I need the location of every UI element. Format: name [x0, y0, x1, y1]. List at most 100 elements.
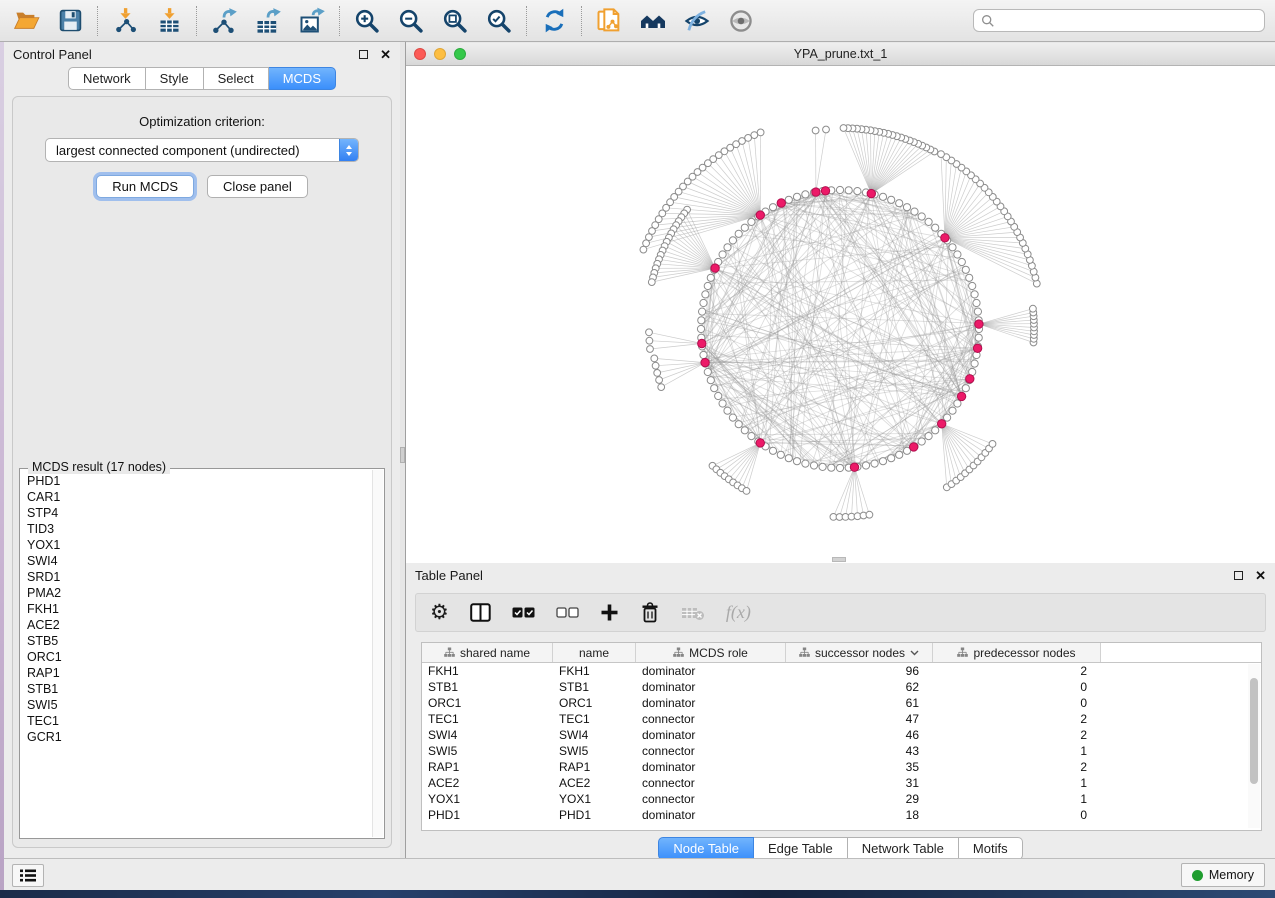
table-row[interactable]: FKH1FKH1dominator962	[422, 663, 1261, 679]
optimization-criterion-select[interactable]: largest connected component (undirected)	[45, 138, 359, 162]
mcds-result-item[interactable]: ACE2	[27, 617, 370, 633]
add-column-icon[interactable]	[600, 603, 619, 622]
control-panel-title: Control Panel	[13, 47, 92, 62]
mcds-result-list[interactable]: PHD1CAR1STP4TID3YOX1SWI4SRD1PMA2FKH1ACE2…	[27, 473, 370, 834]
tab-select[interactable]: Select	[204, 67, 269, 90]
task-list-button[interactable]	[12, 864, 44, 887]
mcds-result-item[interactable]: FKH1	[27, 601, 370, 617]
mcds-result-item[interactable]: STB5	[27, 633, 370, 649]
column-header-mcds-role[interactable]: MCDS role	[636, 643, 786, 662]
splitter-grip[interactable]	[400, 447, 405, 463]
mcds-result-item[interactable]: PHD1	[27, 473, 370, 489]
table-tab-edge-table[interactable]: Edge Table	[754, 837, 848, 860]
cell-shared-name: ACE2	[422, 776, 553, 790]
network-canvas[interactable]	[406, 66, 1275, 563]
table-row[interactable]: SWI4SWI4dominator462	[422, 727, 1261, 743]
column-header-name[interactable]: name	[553, 643, 636, 662]
close-icon[interactable]: ✕	[1255, 569, 1266, 582]
mcds-result-item[interactable]: SWI4	[27, 553, 370, 569]
mcds-result-scrollbar[interactable]	[372, 470, 383, 837]
cell-predecessor-nodes: 2	[933, 728, 1101, 742]
export-table-icon[interactable]	[254, 7, 282, 35]
table-row[interactable]: PHD1PHD1dominator180	[422, 807, 1261, 823]
column-label: name	[579, 646, 609, 660]
cell-mcds-role: connector	[636, 744, 786, 758]
tab-style[interactable]: Style	[146, 67, 204, 90]
mcds-result-item[interactable]: TID3	[27, 521, 370, 537]
mcds-result-item[interactable]: SRD1	[27, 569, 370, 585]
table-row[interactable]: ACE2ACE2connector311	[422, 775, 1261, 791]
hide-selected-icon[interactable]	[683, 7, 711, 35]
close-icon[interactable]: ✕	[380, 48, 391, 61]
search-input[interactable]	[1000, 13, 1257, 29]
float-icon[interactable]	[359, 50, 368, 59]
table-row[interactable]: TEC1TEC1connector472	[422, 711, 1261, 727]
import-network-icon[interactable]	[111, 7, 139, 35]
new-network-from-selection-icon[interactable]	[595, 7, 623, 35]
open-session-icon[interactable]	[12, 7, 40, 35]
export-image-icon[interactable]	[298, 7, 326, 35]
mcds-result-item[interactable]: STB1	[27, 681, 370, 697]
float-icon[interactable]	[1234, 571, 1243, 580]
mcds-result-item[interactable]: STP4	[27, 505, 370, 521]
export-network-icon[interactable]	[210, 7, 238, 35]
first-neighbors-icon[interactable]	[639, 7, 667, 35]
show-all-icon[interactable]	[727, 7, 755, 35]
table-tab-node-table[interactable]: Node Table	[658, 837, 754, 860]
mcds-result-item[interactable]: PMA2	[27, 585, 370, 601]
mcds-result-item[interactable]: ORC1	[27, 649, 370, 665]
table-row[interactable]: STB1STB1dominator620	[422, 679, 1261, 695]
cell-successor-nodes: 96	[786, 664, 933, 678]
save-session-icon[interactable]	[56, 7, 84, 35]
zoom-fit-icon[interactable]	[441, 7, 469, 35]
table-panel: Table Panel ✕ ⚙	[406, 563, 1275, 858]
cell-successor-nodes: 43	[786, 744, 933, 758]
horizontal-splitter-grip[interactable]	[832, 557, 846, 562]
cell-shared-name: STB1	[422, 680, 553, 694]
column-header-successor-nodes[interactable]: successor nodes	[786, 643, 933, 662]
run-mcds-button[interactable]: Run MCDS	[96, 175, 194, 198]
table-scrollbar-thumb[interactable]	[1250, 678, 1258, 784]
mcds-result-item[interactable]: TEC1	[27, 713, 370, 729]
table-row[interactable]: RAP1RAP1dominator352	[422, 759, 1261, 775]
column-label: predecessor nodes	[973, 646, 1075, 660]
delete-icon[interactable]	[640, 602, 660, 623]
table-tab-network-table[interactable]: Network Table	[848, 837, 959, 860]
table-tab-motifs[interactable]: Motifs	[959, 837, 1023, 860]
column-label: successor nodes	[815, 646, 905, 660]
mcds-result-title: MCDS result (17 nodes)	[28, 460, 170, 474]
tab-mcds[interactable]: MCDS	[269, 67, 336, 90]
close-panel-button[interactable]: Close panel	[207, 175, 308, 198]
table-scrollbar[interactable]	[1248, 664, 1260, 828]
column-header-shared-name[interactable]: shared name	[422, 643, 553, 662]
deselect-all-icon[interactable]	[556, 607, 579, 618]
mcds-result-item[interactable]: RAP1	[27, 665, 370, 681]
cell-name: SWI4	[553, 728, 636, 742]
cell-shared-name: RAP1	[422, 760, 553, 774]
table-row[interactable]: SWI5SWI5connector431	[422, 743, 1261, 759]
tab-network[interactable]: Network	[68, 67, 146, 90]
gear-icon[interactable]: ⚙	[430, 602, 449, 623]
zoom-out-icon[interactable]	[397, 7, 425, 35]
cell-successor-nodes: 46	[786, 728, 933, 742]
optimization-criterion-label: Optimization criterion:	[13, 114, 391, 129]
network-window-titlebar: YPA_prune.txt_1	[406, 43, 1275, 66]
mcds-result-item[interactable]: CAR1	[27, 489, 370, 505]
mcds-result-item[interactable]: SWI5	[27, 697, 370, 713]
column-header-predecessor-nodes[interactable]: predecessor nodes	[933, 643, 1101, 662]
import-table-icon[interactable]	[155, 7, 183, 35]
mcds-result-item[interactable]: YOX1	[27, 537, 370, 553]
search-field[interactable]	[973, 9, 1265, 32]
refresh-layout-icon[interactable]	[540, 7, 568, 35]
columns-icon[interactable]	[470, 603, 491, 622]
cell-successor-nodes: 35	[786, 760, 933, 774]
table-toolbar: ⚙ f(x)	[415, 593, 1266, 632]
select-all-icon[interactable]	[512, 607, 535, 618]
mcds-result-item[interactable]: GCR1	[27, 729, 370, 745]
table-row[interactable]: YOX1YOX1connector291	[422, 791, 1261, 807]
hierarchy-icon	[957, 647, 968, 658]
table-row[interactable]: ORC1ORC1dominator610	[422, 695, 1261, 711]
memory-button[interactable]: Memory	[1181, 863, 1265, 887]
zoom-selected-icon[interactable]	[485, 7, 513, 35]
zoom-in-icon[interactable]	[353, 7, 381, 35]
